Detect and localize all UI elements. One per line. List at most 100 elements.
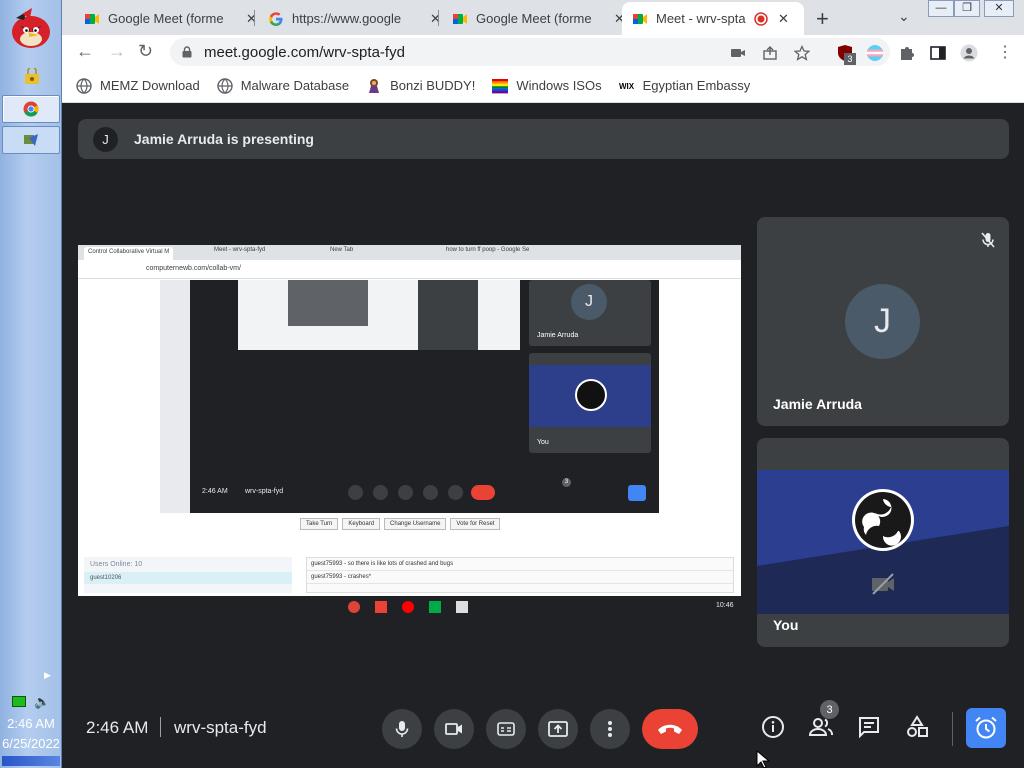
browser-menu-icon[interactable]: ⋮ <box>997 42 1013 62</box>
participant-tile-you[interactable]: You <box>757 438 1009 647</box>
close-tab-icon[interactable]: ✕ <box>778 11 789 27</box>
bookmark-memz[interactable]: MEMZ Download <box>76 77 200 94</box>
share-icon[interactable] <box>762 45 778 61</box>
address-bar[interactable]: meet.google.com/wrv-spta-fyd <box>170 38 890 66</box>
globe-icon <box>76 77 92 94</box>
browser-toolbar: ← → ↻ meet.google.com/wrv-spta-fyd 3 ⋮ <box>62 35 1024 69</box>
angry-bird-start-icon[interactable] <box>8 6 54 50</box>
take-turn-button: Take Turn <box>300 518 339 530</box>
presenter-avatar: J <box>93 126 118 152</box>
back-icon[interactable]: ← <box>76 41 94 62</box>
meet-control-bar: 2:46 AM wrv-spta-fyd 3 <box>62 700 1024 768</box>
vote-reset-button: Vote for Reset <box>450 518 501 530</box>
alarm-extension-button[interactable] <box>966 708 1006 748</box>
chat-button[interactable] <box>856 714 882 740</box>
bookmark-label: Malware Database <box>240 78 350 93</box>
toolbar-divider <box>62 102 1024 103</box>
bookmark-malware-database[interactable]: Malware Database <box>217 77 350 94</box>
google-meet-icon <box>633 13 647 24</box>
camera-button[interactable] <box>434 709 474 749</box>
shared-tile-jamie: J Jamie Arruda <box>529 280 651 346</box>
bookmark-star-icon[interactable] <box>794 45 810 61</box>
bookmark-label: MEMZ Download <box>100 78 200 93</box>
participant-tile-jamie[interactable]: J Jamie Arruda <box>757 217 1009 426</box>
muted-mic-icon <box>981 232 995 248</box>
extensions-puzzle-icon[interactable] <box>898 44 916 62</box>
toolbar-separator <box>952 712 953 746</box>
bookmark-egyptian-embassy[interactable]: WIX Egyptian Embassy <box>619 78 751 94</box>
bookmarks-bar: MEMZ Download Malware Database Bonzi BUD… <box>62 69 1024 102</box>
presenting-banner: J Jamie Arruda is presenting <box>78 119 1009 159</box>
volume-icon[interactable]: 🔈 <box>34 694 50 710</box>
present-button[interactable] <box>538 709 578 749</box>
wix-icon: WIX <box>619 82 635 91</box>
tab-separator <box>438 10 439 26</box>
bookmark-label: Bonzi BUDDY! <box>390 78 476 93</box>
vm-chat: guest75993 - so there is like lots of cr… <box>306 557 734 593</box>
tab-meet-active[interactable]: Meet - wrv-spta ✕ <box>622 2 804 35</box>
meeting-time: 2:46 AM <box>86 718 149 737</box>
mouse-cursor-icon <box>756 750 770 768</box>
taskbar-progress <box>2 756 60 766</box>
taskbar-app-button[interactable] <box>2 126 60 154</box>
more-options-button[interactable] <box>590 709 630 749</box>
lock-icon[interactable] <box>182 46 192 58</box>
bookmark-windows-isos[interactable]: Windows ISOs <box>492 78 602 94</box>
minimize-icon[interactable]: — <box>928 0 954 17</box>
close-tab-icon[interactable]: ✕ <box>430 11 441 27</box>
browser-window: Google Meet (forme ✕ https://www.google … <box>62 0 1024 103</box>
new-tab-icon[interactable]: + <box>816 6 829 32</box>
users-online: Users Online: 10 <box>90 561 143 568</box>
folder-lock-icon[interactable] <box>24 68 40 86</box>
microphone-button[interactable] <box>382 709 422 749</box>
shared-tile-name: You <box>537 439 549 446</box>
shared-clock: 2:46 AM <box>202 488 228 495</box>
shared-vm-left-edge <box>160 280 190 513</box>
info-icon <box>762 716 784 738</box>
taskbar: ▶ 🔈 2:46 AM 6/25/2022 <box>0 0 62 768</box>
bonzi-icon <box>369 78 380 93</box>
presenting-text: Jamie Arruda is presenting <box>134 131 314 147</box>
activities-button[interactable] <box>904 714 930 740</box>
chat-line: guest75993 - so there is like lots of cr… <box>307 558 733 571</box>
taskbar-clock[interactable]: 2:46 AM <box>0 716 62 731</box>
tray-expand-icon[interactable]: ▶ <box>44 670 51 681</box>
shared-url: computernewb.com/collab-vm/ <box>146 265 241 272</box>
tab-title: Google Meet (forme <box>108 11 224 26</box>
bookmark-bonzi-buddy[interactable]: Bonzi BUDDY! <box>366 78 475 94</box>
tab-google-search[interactable]: https://www.google ✕ <box>258 2 451 35</box>
system-tray: ▶ 🔈 2:46 AM 6/25/2022 <box>0 668 62 768</box>
trans-flag-extension-icon[interactable] <box>866 44 884 62</box>
side-panel-icon[interactable] <box>929 44 947 62</box>
profile-avatar-icon[interactable] <box>960 44 978 62</box>
shared-code: wrv-spta-fyd <box>245 488 284 495</box>
tab-google-meet-1[interactable]: Google Meet (forme ✕ <box>74 2 267 35</box>
taskbar-chrome-button[interactable] <box>2 95 60 123</box>
close-window-icon[interactable]: ✕ <box>984 0 1014 17</box>
restore-icon[interactable]: ❐ <box>954 0 980 17</box>
tab-search-icon[interactable]: ⌄ <box>898 8 910 25</box>
network-icon[interactable] <box>12 696 26 707</box>
close-tab-icon[interactable]: ✕ <box>246 11 257 27</box>
rainbow-flag-icon <box>492 78 509 93</box>
tab-google-meet-2[interactable]: Google Meet (forme ✕ <box>442 2 635 35</box>
shared-shelf-time: 10:46 <box>716 602 734 609</box>
shared-tab: Control Collaborative Virtual M <box>84 247 174 260</box>
shared-alarm <box>628 485 646 501</box>
tab-separator <box>254 10 255 26</box>
shared-mic <box>348 485 363 500</box>
camera-off-icon <box>872 573 894 595</box>
reload-icon[interactable]: ↻ <box>138 41 153 62</box>
captions-button[interactable] <box>486 709 526 749</box>
end-call-button[interactable] <box>642 709 698 749</box>
forward-icon[interactable]: → <box>108 41 126 62</box>
camera-in-use-icon[interactable] <box>730 45 746 61</box>
people-button[interactable] <box>808 714 834 740</box>
meeting-details-button[interactable] <box>760 714 786 740</box>
shared-camera <box>373 485 388 500</box>
tab-title: Google Meet (forme <box>476 11 592 26</box>
google-meet-icon <box>453 13 467 24</box>
shared-tile-you: You <box>529 353 651 453</box>
change-username-button: Change Username <box>384 518 447 530</box>
chat-line: guest75993 - crashes* <box>307 571 733 584</box>
